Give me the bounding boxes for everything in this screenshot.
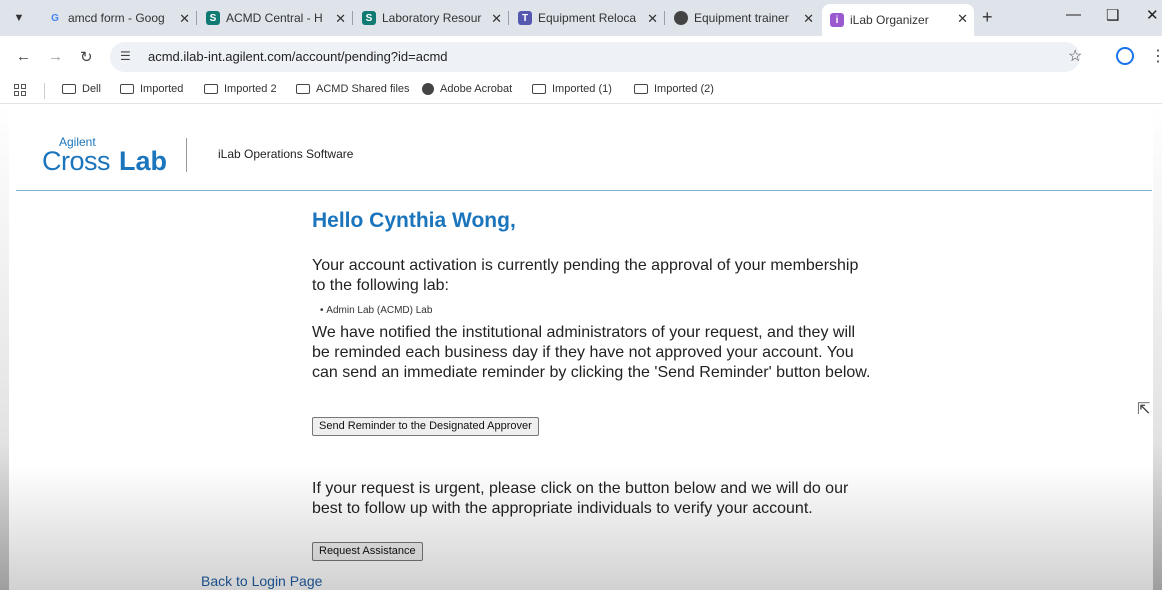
sharepoint-icon: S [362,11,376,25]
new-tab-icon[interactable]: + [982,7,993,28]
site-info-icon[interactable]: ☰ [120,49,131,63]
tab-equipment-trainer[interactable]: Equipment trainer ✕ [666,4,820,32]
greeting-heading: Hello Cynthia Wong, [312,209,516,232]
toolbar: ← → ↻ ☰ acmd.ilab-int.agilent.com/accoun… [0,36,1162,78]
window-close-icon[interactable]: ✕ [1146,6,1159,24]
tab-separator [508,11,509,25]
sharepoint-icon: S [206,11,220,25]
tab-separator [352,11,353,25]
tab-ilab-organizer[interactable]: i iLab Organizer ✕ [822,4,974,36]
site-header: Agilent Cross Lab iLab Operations Softwa… [16,104,1152,191]
tab-separator [196,11,197,25]
folder-icon [296,84,310,94]
ilab-icon: i [830,13,844,27]
bookmark-star-icon[interactable]: ☆ [1068,46,1082,66]
left-edge-shadow [0,104,9,590]
lab-list-item: • Admin Lab (ACMD) Lab [320,305,433,316]
profile-avatar-icon[interactable] [1116,47,1134,65]
bookmark-imported[interactable]: Imported [120,83,183,95]
tab-strip: ▼ G amcd form - Goog ✕ S ACMD Central - … [0,0,1162,36]
folder-icon [120,84,134,94]
reload-icon[interactable]: ↻ [80,48,93,66]
tab-search-icon[interactable]: ▼ [10,9,28,27]
folder-icon [62,84,76,94]
pending-text: Your account activation is currently pen… [312,257,859,294]
right-edge-shadow [1153,104,1162,590]
close-icon[interactable]: ✕ [179,11,190,27]
bookmark-imported-1[interactable]: Imported (1) [532,83,612,95]
page-content: Agilent Cross Lab iLab Operations Softwa… [0,104,1162,590]
back-to-login-link[interactable]: Back to Login Page [201,573,322,589]
folder-icon [204,84,218,94]
address-bar[interactable]: ☰ acmd.ilab-int.agilent.com/account/pend… [110,42,1080,72]
send-reminder-button[interactable]: Send Reminder to the Designated Approver [312,417,539,436]
restore-icon[interactable]: ❑ [1106,6,1119,24]
tab-equipment-relocation[interactable]: T Equipment Reloca ✕ [510,4,665,32]
google-icon: G [51,12,59,24]
back-arrow-icon[interactable]: ← [16,48,31,65]
tab-separator [664,11,665,25]
notified-text: We have notified the institutional admin… [312,324,871,381]
tab-acmd-central[interactable]: S ACMD Central - H ✕ [198,4,353,32]
forward-arrow-icon[interactable]: → [48,48,63,65]
menu-kebab-icon[interactable]: ⋮ [1150,46,1162,66]
bookmark-adobe-acrobat[interactable]: Adobe Acrobat [422,83,512,95]
minimize-icon[interactable]: — [1066,6,1081,23]
request-assistance-button[interactable]: Request Assistance [312,542,423,561]
close-icon[interactable]: ✕ [803,11,814,27]
apps-grid-icon[interactable] [14,84,26,96]
product-name: iLab Operations Software [218,147,354,161]
tab-laboratory-resources[interactable]: S Laboratory Resour ✕ [354,4,509,32]
bookmark-dell[interactable]: Dell [62,83,101,95]
close-icon[interactable]: ✕ [491,11,502,27]
globe-icon [674,11,688,25]
close-icon[interactable]: ✕ [335,11,346,27]
close-icon[interactable]: ✕ [647,11,658,27]
bookmarks-bar: Dell Imported Imported 2 ACMD Shared fil… [0,78,1162,104]
tab-amcd-form[interactable]: G amcd form - Goog ✕ [40,4,197,32]
folder-icon [532,84,546,94]
header-divider [186,138,187,172]
url-text[interactable]: acmd.ilab-int.agilent.com/account/pendin… [148,49,448,64]
mouse-cursor-icon: ⇱ [1137,401,1151,418]
bookmarks-separator [44,83,45,99]
close-icon[interactable]: ✕ [957,11,968,27]
bookmark-acmd-shared-files[interactable]: ACMD Shared files [296,83,410,95]
folder-icon [634,84,648,94]
teams-icon: T [518,11,532,25]
bookmark-imported-2b[interactable]: Imported (2) [634,83,714,95]
globe-icon [422,83,434,95]
bookmark-imported-2[interactable]: Imported 2 [204,83,277,95]
urgent-text: If your request is urgent, please click … [312,480,849,517]
